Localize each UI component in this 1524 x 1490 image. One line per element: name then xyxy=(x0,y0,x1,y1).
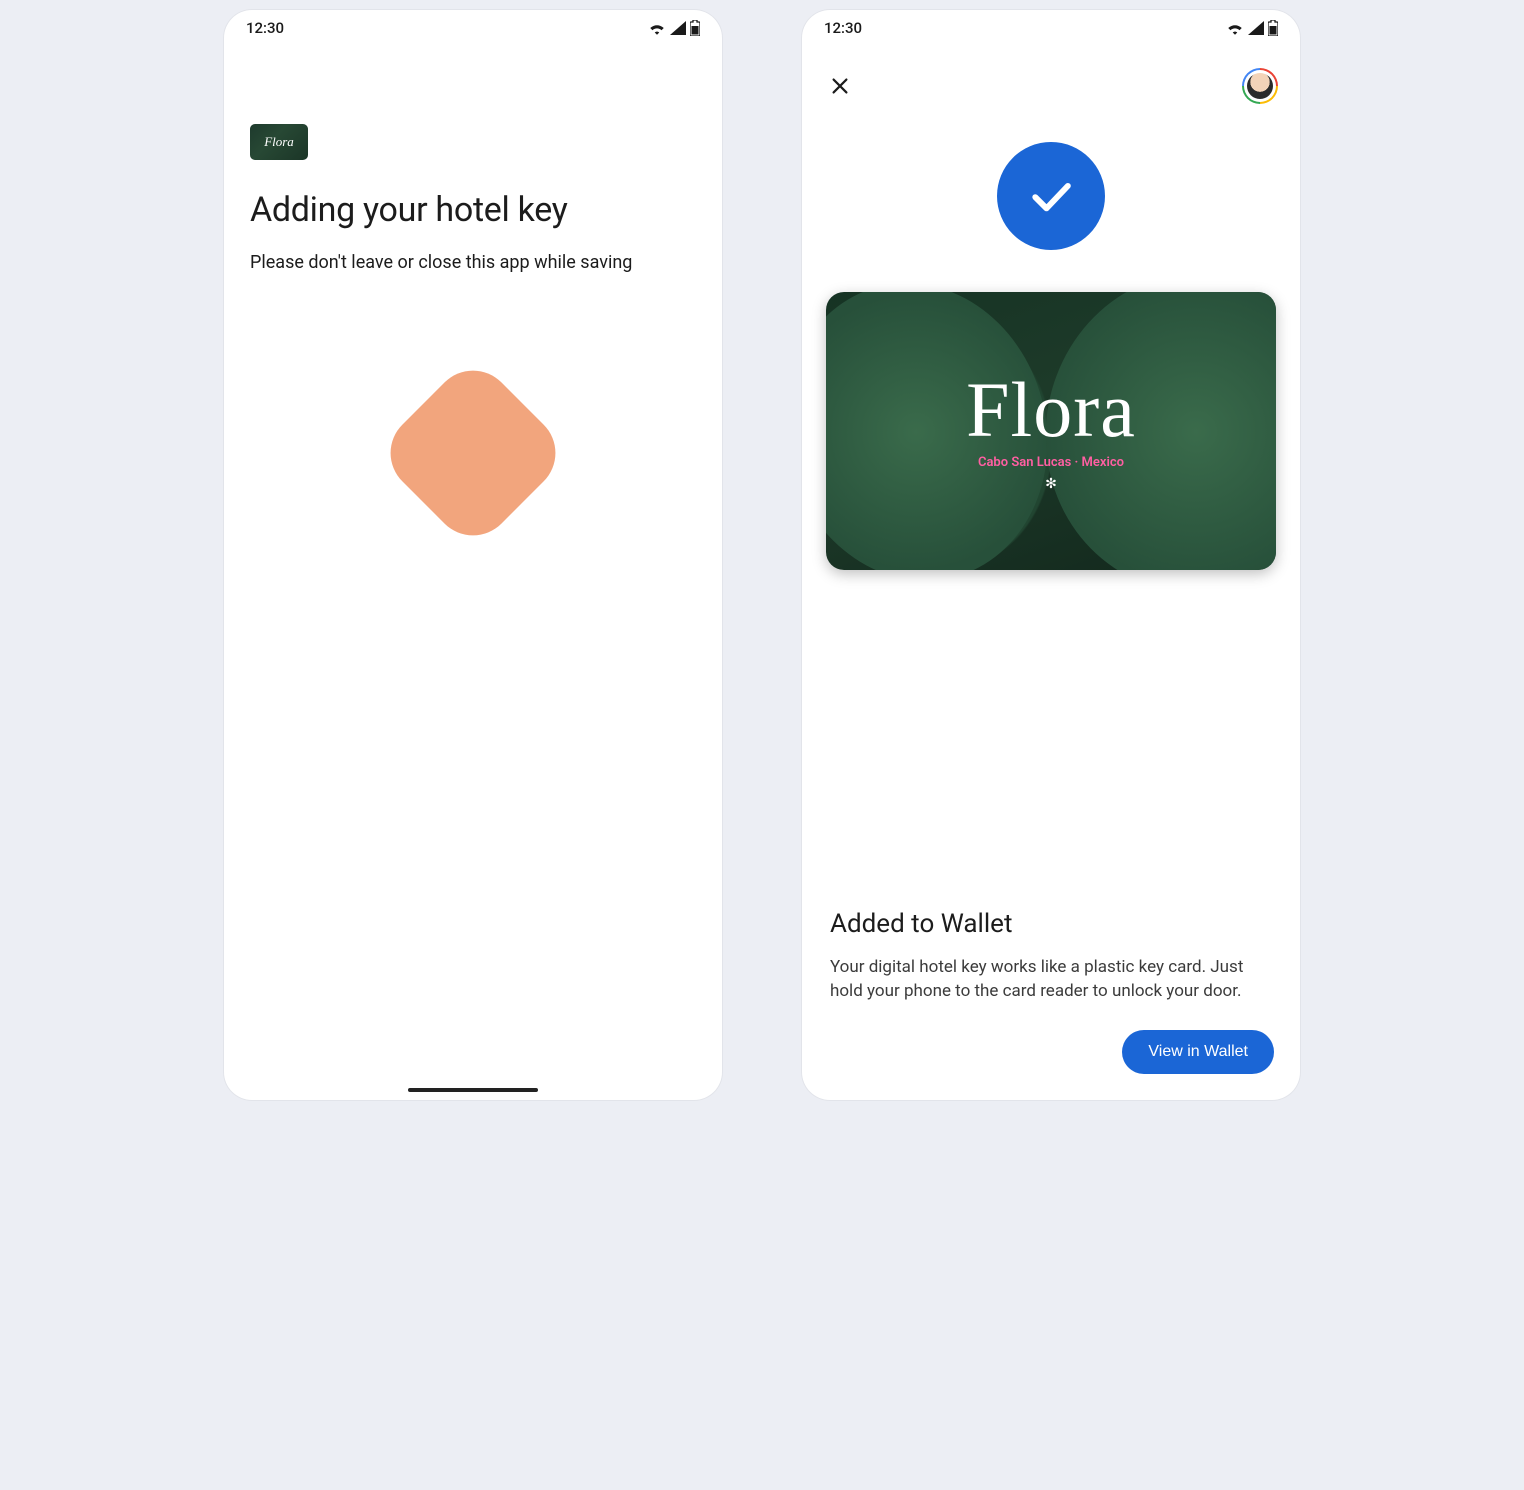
hotel-brand-card-small: Flora xyxy=(250,124,308,160)
sparkle-icon: ✻ xyxy=(1045,476,1057,492)
status-time: 12:30 xyxy=(246,19,284,37)
profile-avatar[interactable] xyxy=(1242,68,1278,104)
wifi-icon xyxy=(648,21,666,35)
hotel-location: Cabo San Lucas · Mexico xyxy=(978,455,1124,470)
wifi-icon xyxy=(1226,21,1244,35)
hotel-brand-mini-label: Flora xyxy=(264,134,294,150)
status-time: 12:30 xyxy=(824,19,862,37)
battery-icon xyxy=(1268,20,1278,36)
added-description: Your digital hotel key works like a plas… xyxy=(830,955,1272,1004)
phone-screen-added: 12:30 Flora Cabo San Lucas · Mexico ✻ Ad… xyxy=(802,10,1300,1100)
status-bar: 12:30 xyxy=(224,10,722,46)
hotel-key-card[interactable]: Flora Cabo San Lucas · Mexico ✻ xyxy=(826,292,1276,570)
status-icons xyxy=(648,20,700,36)
avatar-image xyxy=(1247,73,1273,99)
status-icons xyxy=(1226,20,1278,36)
battery-icon xyxy=(690,20,700,36)
close-icon xyxy=(829,75,851,97)
cellular-icon xyxy=(670,21,686,35)
hotel-brand-name: Flora xyxy=(966,371,1136,449)
success-check-icon xyxy=(997,142,1105,250)
home-indicator[interactable] xyxy=(408,1088,538,1092)
status-bar: 12:30 xyxy=(802,10,1300,46)
added-title: Added to Wallet xyxy=(830,909,1272,939)
page-subtitle: Please don't leave or close this app whi… xyxy=(250,252,696,273)
phone-screen-adding: 12:30 Flora Adding your hotel key Please… xyxy=(224,10,722,1100)
close-button[interactable] xyxy=(824,70,856,102)
page-title: Adding your hotel key xyxy=(250,190,696,230)
loading-indicator-icon xyxy=(374,354,572,552)
view-in-wallet-button[interactable]: View in Wallet xyxy=(1122,1030,1274,1074)
cellular-icon xyxy=(1248,21,1264,35)
